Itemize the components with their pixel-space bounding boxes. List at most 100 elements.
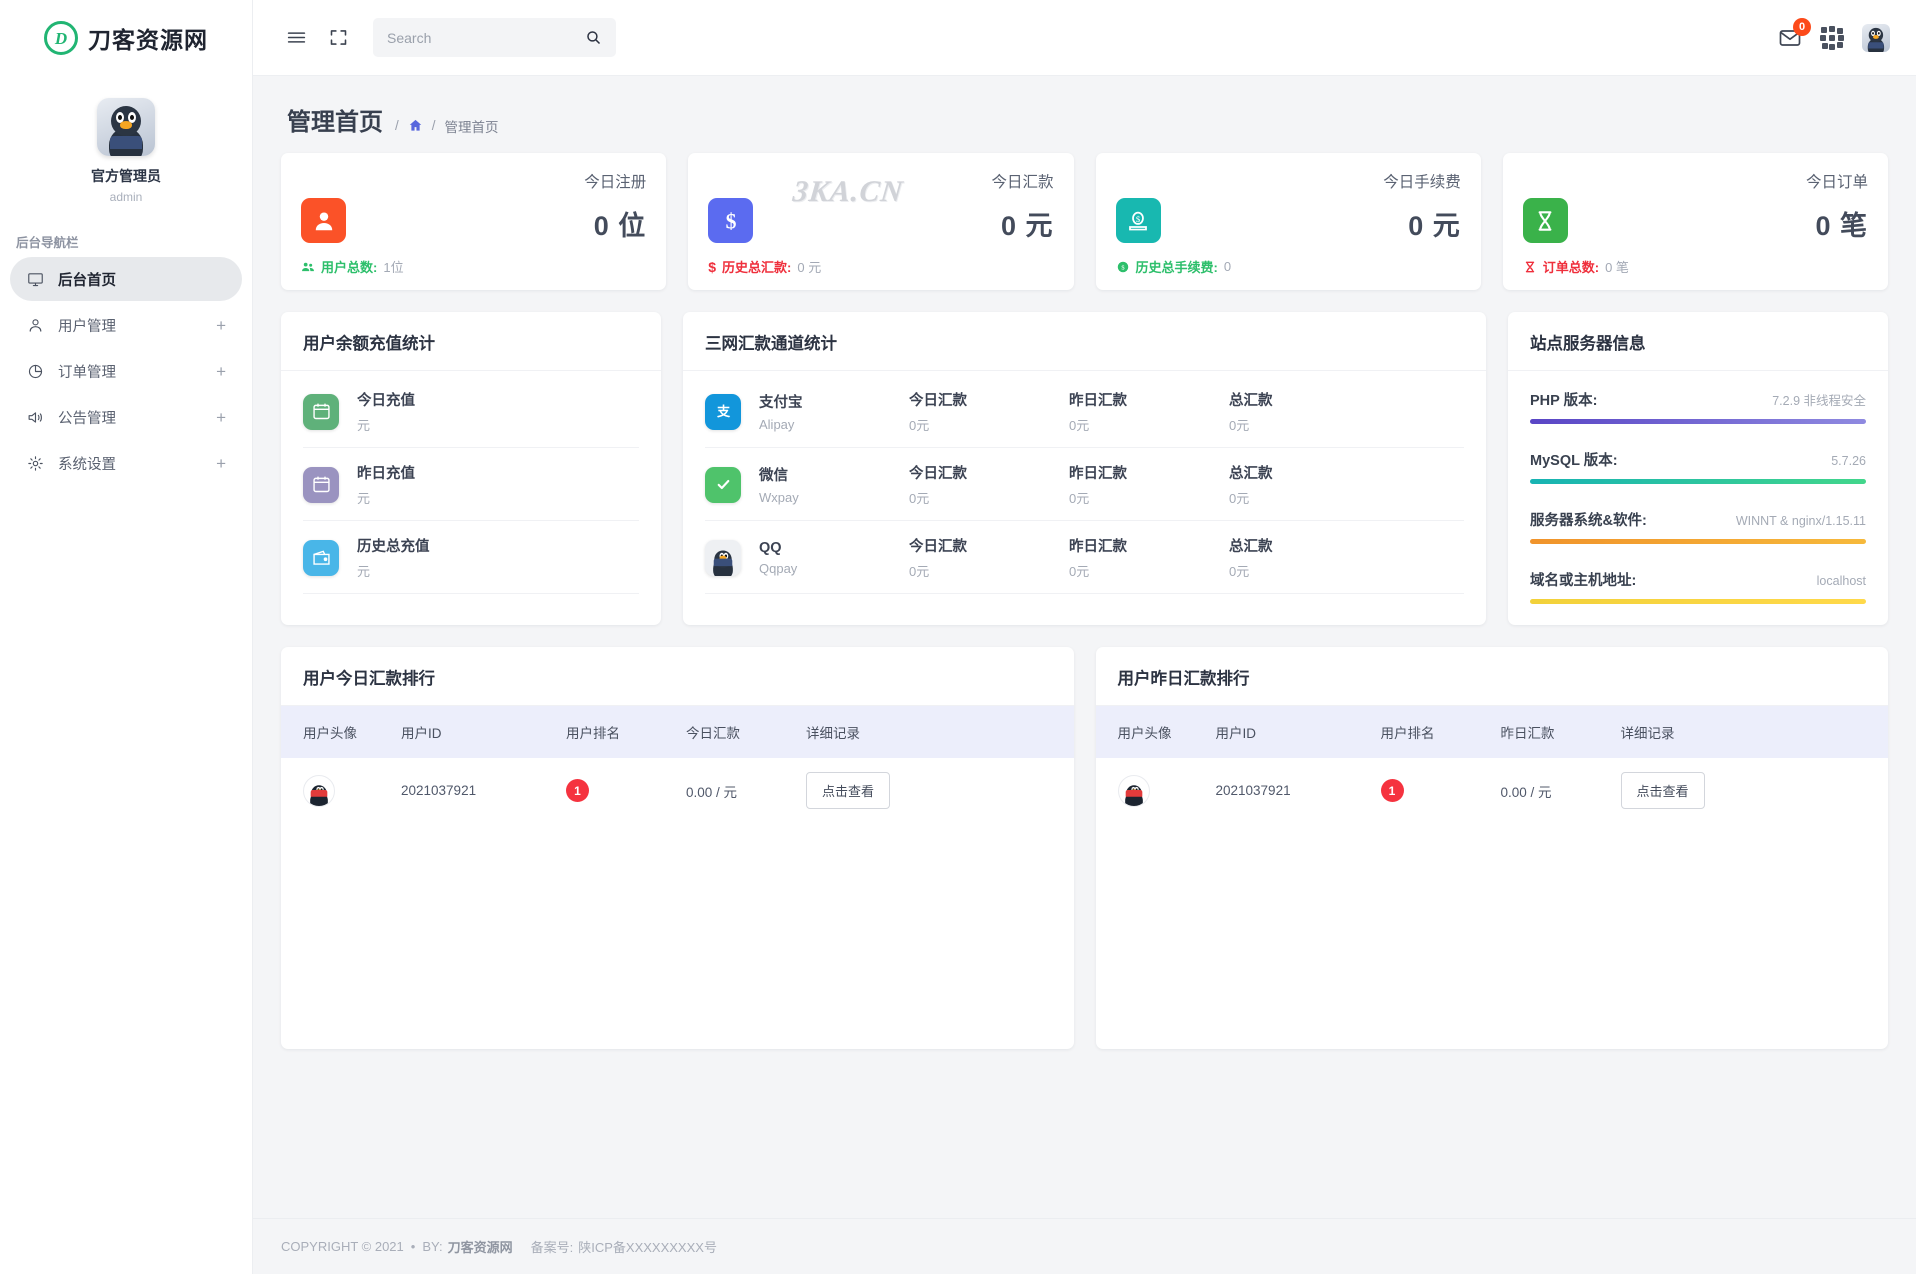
envelope-icon[interactable]: 0 — [1778, 26, 1802, 50]
server-info-key: 服务器系统&软件: — [1530, 509, 1647, 530]
column-header-avatar: 用户头像 — [281, 706, 401, 758]
channel-panel: 三网汇款通道统计 支 支付宝 Alipay 今日汇款 — [683, 312, 1486, 625]
cell-rank: 1 — [1381, 758, 1501, 823]
channel-sub: Wxpay — [759, 490, 909, 505]
list-item-label: 昨日充值 — [357, 462, 415, 483]
table-row: 2021037921 1 0.00 / 元 点击查看 — [281, 758, 1074, 823]
server-info-key: 域名或主机地址: — [1530, 569, 1636, 590]
channel-total: 0元 — [1229, 561, 1389, 580]
server-info-key: PHP 版本: — [1530, 389, 1597, 410]
channel-sub: Alipay — [759, 417, 909, 432]
list-item: 微信 Wxpay 今日汇款 0元 昨日汇款 0元 — [705, 448, 1464, 521]
stat-label: 今日订单 — [1523, 170, 1868, 192]
stat-value: 0 位 — [594, 204, 647, 243]
brand[interactable]: D 刀客资源网 — [0, 0, 252, 76]
column-header-uid: 用户ID — [401, 706, 566, 758]
expand-icon[interactable]: + — [216, 317, 226, 334]
rank-today-table: 用户今日汇款排行 用户头像 用户ID 用户排名 今日汇款 详细记录 — [281, 647, 1074, 1049]
monitor-icon — [24, 268, 46, 290]
rank-badge: 1 — [1381, 779, 1404, 802]
column-header: 昨日汇款 — [1069, 389, 1229, 410]
app-root: D 刀客资源网 官方管理员 admin 后台导航栏 — [0, 0, 1916, 1274]
column-header-amount: 今日汇款 — [686, 706, 806, 758]
table-header-row: 用户头像 用户ID 用户排名 今日汇款 详细记录 — [281, 706, 1074, 758]
list-item-label: 今日充值 — [357, 389, 415, 410]
rank-tables-row: 用户今日汇款排行 用户头像 用户ID 用户排名 今日汇款 详细记录 — [281, 647, 1888, 1049]
view-detail-button[interactable]: 点击查看 — [1621, 772, 1705, 809]
expand-icon[interactable]: + — [216, 363, 226, 380]
dollar-small-icon: $ — [708, 259, 716, 275]
qq-penguin-avatar — [303, 775, 335, 807]
rank-badge: 1 — [566, 779, 589, 802]
column-header-rank: 用户排名 — [1381, 706, 1501, 758]
footer-copyright: COPYRIGHT © 2021 — [281, 1239, 404, 1254]
sidebar-item-users[interactable]: 用户管理 + — [10, 303, 242, 347]
server-info-panel: 站点服务器信息 PHP 版本: 7.2.9 非线程安全 MySQL 版本: — [1508, 312, 1888, 625]
sidebar-item-settings[interactable]: 系统设置 + — [10, 441, 242, 485]
cell-detail: 点击查看 — [1621, 758, 1889, 823]
page-title: 管理首页 — [287, 102, 383, 137]
stat-card-registrations: 今日注册 0 位 用户总数: 1位 — [281, 153, 666, 290]
apps-grid-icon[interactable] — [1820, 26, 1844, 50]
svg-text:支: 支 — [716, 403, 730, 420]
column-header: 今日汇款 — [909, 462, 1069, 483]
qq-penguin-avatar[interactable] — [1862, 24, 1890, 52]
svg-text:$: $ — [725, 209, 736, 233]
profile-name: 官方管理员 — [0, 166, 252, 186]
search-icon[interactable] — [585, 29, 602, 46]
server-info-value: 7.2.9 非线程安全 — [1772, 390, 1866, 409]
sidebar: D 刀客资源网 官方管理员 admin 后台导航栏 — [0, 0, 253, 1274]
cell-amount: 0.00 / 元 — [1501, 758, 1621, 823]
channel-sub: Qqpay — [759, 561, 909, 576]
table: 用户头像 用户ID 用户排名 今日汇款 详细记录 — [281, 706, 1074, 823]
search-input[interactable] — [387, 30, 585, 46]
alipay-icon: 支 — [705, 394, 741, 430]
server-info-body: PHP 版本: 7.2.9 非线程安全 MySQL 版本: 5.7.26 — [1508, 371, 1888, 625]
sidebar-item-orders[interactable]: 订单管理 + — [10, 349, 242, 393]
column-header-uid: 用户ID — [1216, 706, 1381, 758]
cell-avatar — [1096, 758, 1216, 823]
list-item: 今日充值 元 — [303, 375, 639, 448]
wallet-icon — [303, 540, 339, 576]
channel-name: 微信 — [759, 464, 909, 485]
gear-icon — [24, 452, 46, 474]
stat-value: 0 元 — [1001, 204, 1054, 243]
server-info-row: 域名或主机地址: localhost — [1530, 555, 1866, 615]
stat-footer-value: 0 元 — [797, 257, 821, 276]
user-icon — [24, 314, 46, 336]
stat-footer: 订单总数: 0 笔 — [1523, 257, 1868, 276]
panel-title: 站点服务器信息 — [1508, 312, 1888, 371]
calendar-today-icon — [303, 394, 339, 430]
topbar-actions: 0 — [1778, 24, 1890, 52]
sidebar-item-dashboard[interactable]: 后台首页 — [10, 257, 242, 301]
expand-icon[interactable]: + — [216, 409, 226, 426]
recharge-panel-body: 今日充值 元 昨日充值 元 — [281, 371, 661, 604]
fullscreen-icon[interactable] — [321, 21, 355, 55]
column-header-avatar: 用户头像 — [1096, 706, 1216, 758]
breadcrumb-current[interactable]: 管理首页 — [445, 116, 499, 136]
search-box[interactable] — [373, 18, 616, 57]
stat-label: 今日注册 — [301, 170, 646, 192]
column-header: 昨日汇款 — [1069, 535, 1229, 556]
hamburger-icon[interactable] — [279, 21, 313, 55]
view-detail-button[interactable]: 点击查看 — [806, 772, 890, 809]
channel-name: 支付宝 — [759, 391, 909, 412]
recharge-panel: 用户余额充值统计 今日充值 元 — [281, 312, 661, 625]
helix-small-icon — [1523, 260, 1537, 274]
home-icon[interactable] — [408, 118, 423, 133]
cell-uid: 2021037921 — [1216, 758, 1381, 823]
brand-logo-letter: D — [55, 30, 67, 47]
list-item: 历史总充值 元 — [303, 521, 639, 594]
panel-title: 用户昨日汇款排行 — [1096, 647, 1889, 706]
channel-yesterday: 0元 — [1069, 561, 1229, 580]
progress-bar — [1530, 599, 1866, 604]
qq-penguin-avatar[interactable] — [97, 98, 155, 156]
expand-icon[interactable]: + — [216, 455, 226, 472]
footer-by-label: BY: — [422, 1239, 442, 1254]
server-info-key: MySQL 版本: — [1530, 449, 1618, 470]
channel-panel-body: 支 支付宝 Alipay 今日汇款 0元 昨日汇款 — [683, 371, 1486, 604]
column-header-detail: 详细记录 — [806, 706, 1074, 758]
sidebar-item-announcements[interactable]: 公告管理 + — [10, 395, 242, 439]
list-item-value: 元 — [357, 561, 430, 580]
rank-yesterday-table: 用户昨日汇款排行 用户头像 用户ID 用户排名 昨日汇款 详细记录 — [1096, 647, 1889, 1049]
